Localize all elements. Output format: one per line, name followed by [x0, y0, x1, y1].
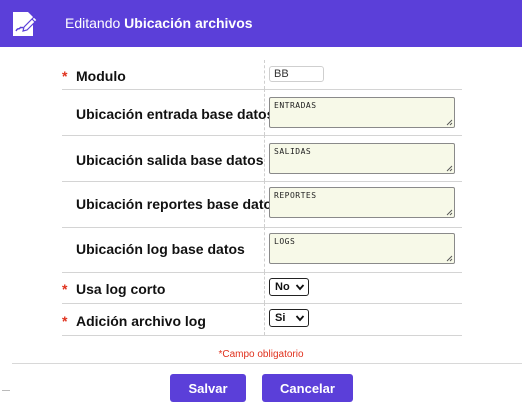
log-corto-label: Usa log corto: [76, 281, 166, 297]
save-button[interactable]: Salvar: [170, 374, 246, 402]
resize-grip-icon[interactable]: [446, 119, 453, 126]
log-corto-value: No: [275, 281, 290, 293]
form-row-salida: Ubicación salida base datos SALIDAS: [62, 135, 462, 182]
label-cell: Ubicación log base datos: [62, 227, 265, 272]
log-corto-select[interactable]: No: [269, 278, 309, 296]
form-row-log: Ubicación log base datos LOGS: [62, 227, 462, 273]
salida-value: SALIDAS: [274, 147, 312, 156]
dialog-header: Editando Ubicación archivos: [0, 0, 522, 47]
cancel-button[interactable]: Cancelar: [262, 374, 353, 402]
reportes-label: Ubicación reportes base datos: [76, 196, 280, 212]
salida-label: Ubicación salida base datos: [76, 152, 264, 168]
required-marker: *: [62, 281, 68, 297]
resize-grip-icon[interactable]: [446, 255, 453, 262]
label-cell: * Usa log corto: [62, 272, 265, 303]
dialog-title: Editando Ubicación archivos: [65, 15, 253, 31]
entrada-textarea[interactable]: ENTRADAS: [269, 97, 455, 128]
form-row-modulo: * Modulo BB: [62, 60, 462, 90]
label-cell: Ubicación reportes base datos: [62, 181, 280, 227]
edit-document-icon: [10, 10, 38, 38]
footer-divider: [12, 363, 522, 364]
modulo-input[interactable]: BB: [269, 66, 324, 82]
form-row-adicion-log: * Adición archivo log Si: [62, 303, 462, 336]
title-entity: Ubicación archivos: [124, 15, 253, 31]
log-label: Ubicación log base datos: [76, 241, 245, 257]
adicion-log-value: Si: [275, 312, 286, 324]
modulo-label: Modulo: [76, 68, 126, 84]
log-textarea[interactable]: LOGS: [269, 233, 455, 264]
required-field-note: *Campo obligatorio: [218, 349, 304, 360]
required-marker: *: [62, 313, 68, 329]
entrada-label: Ubicación entrada base datos: [76, 106, 275, 122]
reportes-textarea[interactable]: REPORTES: [269, 187, 455, 218]
chevron-down-icon: [295, 284, 305, 291]
label-cell: Ubicación salida base datos: [62, 135, 265, 181]
resize-grip-icon[interactable]: [446, 209, 453, 216]
adicion-log-label: Adición archivo log: [76, 313, 206, 329]
divider-tick: [2, 390, 10, 391]
entrada-value: ENTRADAS: [274, 101, 317, 110]
title-prefix: Editando: [65, 15, 121, 31]
form-row-log-corto: * Usa log corto No: [62, 272, 462, 304]
label-cell: * Adición archivo log: [62, 303, 265, 335]
label-cell: * Modulo: [62, 60, 265, 89]
log-value: LOGS: [274, 237, 296, 246]
required-marker: *: [62, 68, 68, 84]
salida-textarea[interactable]: SALIDAS: [269, 143, 455, 174]
chevron-down-icon: [295, 315, 305, 322]
resize-grip-icon[interactable]: [446, 165, 453, 172]
form-row-reportes: Ubicación reportes base datos REPORTES: [62, 181, 462, 228]
adicion-log-select[interactable]: Si: [269, 309, 309, 327]
form-row-entrada: Ubicación entrada base datos ENTRADAS: [62, 89, 462, 136]
label-cell: Ubicación entrada base datos: [62, 89, 274, 135]
reportes-value: REPORTES: [274, 191, 317, 200]
